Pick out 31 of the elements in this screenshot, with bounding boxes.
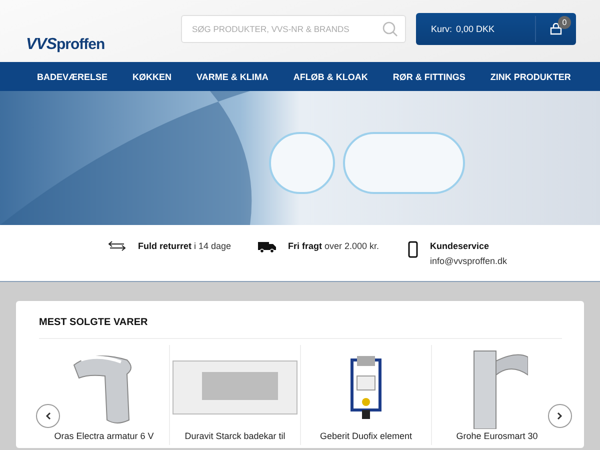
nav-link[interactable]: RØR & FITTINGS xyxy=(384,72,474,82)
chevron-left-icon xyxy=(45,412,51,420)
nav-link[interactable]: AFLØB & KLOAK xyxy=(284,72,377,82)
nav-link[interactable]: BADEVÆRELSE xyxy=(28,72,117,82)
toilet-frame-drawing xyxy=(348,354,384,420)
product-name-link[interactable]: Oras Electra armatur 6 V xyxy=(54,431,154,442)
section-heading: MEST SOLGTE VARER xyxy=(39,317,562,339)
bathroom-product-banner-drawing[interactable] xyxy=(0,91,600,225)
nav-link[interactable]: ZINK PRODUKTER xyxy=(481,72,580,82)
logo-text: proffen xyxy=(56,36,105,53)
arrows-icon xyxy=(108,241,126,251)
product-name-link[interactable]: Geberit Duofix element xyxy=(320,431,412,442)
search-field[interactable]: SØG PRODUKTER, VVS-NR & BRANDS xyxy=(181,14,406,42)
vvsproffen-logo[interactable]: VVSproffen xyxy=(26,36,105,54)
nav-link[interactable]: KØKKEN xyxy=(124,72,181,82)
truck-icon xyxy=(258,241,276,253)
usp-text: Kundeservice info@vvsproffen.dk xyxy=(430,240,508,268)
chevron-right-icon xyxy=(557,412,563,420)
previous-button[interactable] xyxy=(36,404,60,428)
product-name-link[interactable]: Duravit Starck badekar til xyxy=(184,431,286,442)
next-button[interactable] xyxy=(548,404,572,428)
cart-button[interactable]: Kurv: 0,00 DKK 0 xyxy=(416,12,576,44)
smartphone-icon xyxy=(408,241,418,258)
usp-text: Fuld returret i 14 dage xyxy=(138,240,232,253)
logo-text: VVS xyxy=(26,36,57,54)
cart-count-badge: 0 xyxy=(558,16,571,28)
nav-link[interactable]: VARME & KLIMA xyxy=(188,72,278,82)
usp-text: Fri fragt over 2.000 kr. xyxy=(288,240,380,253)
product-name-link[interactable]: Grohe Eurosmart 30 xyxy=(456,431,538,442)
shopping-bag-icon xyxy=(550,22,562,34)
search-icon xyxy=(382,20,398,36)
